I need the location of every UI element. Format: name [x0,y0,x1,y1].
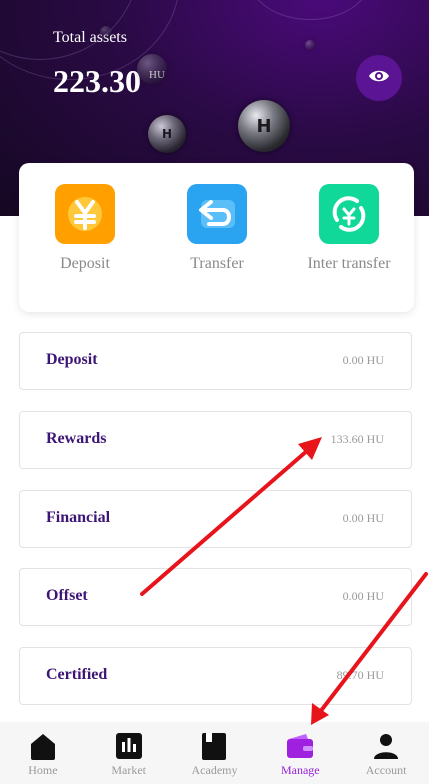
eye-icon [368,68,390,89]
rewards-row[interactable]: Rewards 133.60 HU [19,411,412,469]
row-title: Offset [46,587,88,604]
certified-row[interactable]: Certified 89.70 HU [19,647,412,705]
nav-account[interactable]: Account [343,722,429,784]
row-value: 0.00 HU [342,353,384,367]
nav-market[interactable]: Market [86,722,172,784]
coin-decoration [100,26,112,38]
row-title: Rewards [46,430,107,447]
yen-coin-icon [55,184,115,244]
nav-manage-label: Manage [280,763,320,777]
nav-home[interactable]: Home [0,722,86,784]
nav-academy-label: Academy [191,763,238,777]
row-title: Deposit [46,351,98,368]
exchange-yen-icon [319,184,379,244]
offset-row[interactable]: Offset 0.00 HU [19,568,412,626]
financial-row[interactable]: Financial 0.00 HU [19,490,412,548]
transfer-arrow-icon [187,184,247,244]
coin-decoration [137,54,167,84]
inter-transfer-action-label: Inter transfer [307,255,391,272]
nav-account-label: Account [365,763,407,777]
transfer-action[interactable]: Transfer [151,184,283,273]
nav-manage[interactable]: Manage [257,722,343,784]
decorative-arc [250,0,370,20]
nav-home-label: Home [28,763,58,777]
deposit-action[interactable]: Deposit [19,184,151,273]
inter-transfer-action[interactable]: Inter transfer [283,184,415,273]
coin-decoration: H [238,100,290,152]
home-icon [29,732,57,760]
total-assets-label: Total assets [53,29,127,46]
user-icon [372,732,400,760]
nav-market-label: Market [111,763,147,777]
coin-decoration: H [148,115,186,153]
wallet-icon [286,732,314,760]
deposit-action-label: Deposit [60,255,110,272]
toggle-visibility-button[interactable] [356,55,402,101]
row-value: 0.00 HU [342,511,384,525]
row-title: Certified [46,666,108,683]
deposit-row[interactable]: Deposit 0.00 HU [19,332,412,390]
row-value: 89.70 HU [336,668,384,682]
total-assets-amount: 223.30 [53,63,141,99]
coin-decoration [305,40,315,50]
transfer-action-label: Transfer [190,255,244,272]
row-value: 133.60 HU [330,432,384,446]
chart-icon [115,732,143,760]
row-value: 0.00 HU [342,589,384,603]
book-icon [200,732,228,760]
quick-actions-card: Deposit Transfer Inter transfer [19,163,414,312]
bottom-nav: Home Market Academy Manage Account [0,722,429,784]
row-title: Financial [46,509,111,526]
nav-academy[interactable]: Academy [172,722,258,784]
